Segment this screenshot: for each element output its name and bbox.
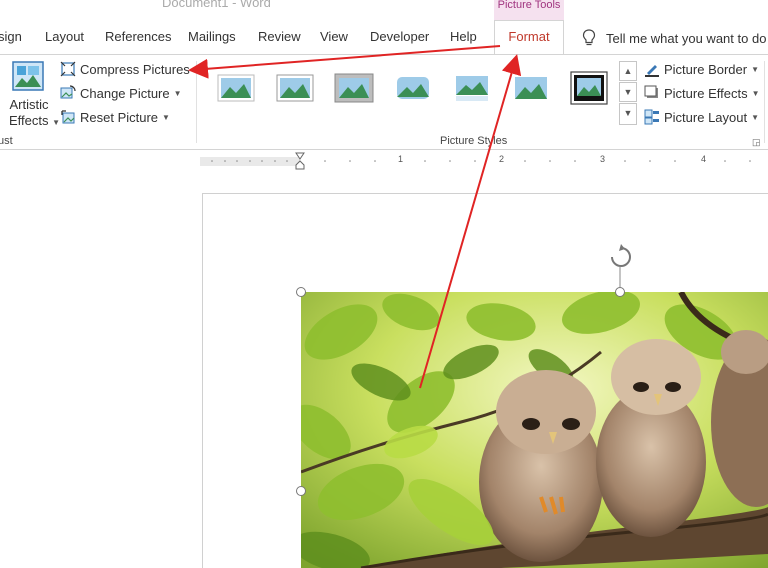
artistic-effects-label-1: Artistic [9, 97, 49, 112]
group-divider [196, 61, 197, 143]
adjust-group-label: ust [0, 135, 13, 147]
rotate-handle-icon[interactable] [605, 243, 637, 289]
artistic-effects-label-2: Effects [9, 113, 49, 128]
picture-effects-label: Picture Effects [664, 85, 748, 101]
chevron-down-icon: ▼ [751, 112, 760, 122]
picture-style-6[interactable] [511, 73, 551, 103]
compress-pictures-label: Compress Pictures [80, 61, 190, 77]
title-bar: Document1 - Word [0, 0, 768, 14]
change-picture-label: Change Picture [80, 85, 170, 101]
picture-layout-label: Picture Layout [664, 109, 748, 125]
group-divider [764, 61, 765, 143]
ruler-number: 1 [398, 154, 404, 164]
chevron-down-icon: ▼ [751, 64, 760, 74]
picture-style-1[interactable] [216, 73, 256, 103]
chevron-down-icon: ▼ [162, 112, 170, 122]
tab-help[interactable]: Help [450, 29, 477, 44]
tell-me-box[interactable]: Tell me what you want to do [582, 28, 766, 48]
tab-developer[interactable]: Developer [370, 29, 429, 44]
picture-border-icon [645, 65, 659, 77]
compress-pictures-icon [60, 61, 76, 77]
change-picture-icon [60, 85, 76, 99]
picture-style-2[interactable] [275, 73, 315, 103]
picture-border-button[interactable]: Picture Border ▼ [644, 61, 759, 77]
picture-layout-button[interactable]: Picture Layout ▼ [644, 109, 759, 125]
tell-me-text: Tell me what you want to do [606, 30, 767, 46]
tab-design[interactable]: sign [0, 29, 22, 44]
ruler-ticks [211, 152, 751, 170]
ruler-number: 4 [701, 154, 707, 164]
picture-tools-context-tab: Picture Tools [494, 0, 564, 20]
resize-handle-top-left[interactable] [296, 287, 306, 297]
tab-review[interactable]: Review [258, 29, 301, 44]
ruler-number: 3 [600, 154, 606, 164]
gallery-up-button[interactable]: ▲ [619, 61, 637, 81]
picture-styles-group-label: Picture Styles [440, 135, 508, 147]
artistic-effects-icon [12, 61, 44, 91]
reset-picture-button[interactable]: Reset Picture ▼ [60, 109, 170, 125]
reset-picture-label: Reset Picture [80, 109, 159, 125]
picture-style-3[interactable] [334, 73, 374, 103]
tab-mailings[interactable]: Mailings [188, 29, 236, 44]
window-title: Document1 - Word [162, 0, 271, 10]
lightbulb-icon [582, 29, 596, 46]
gallery-down-button[interactable]: ▼ [619, 82, 637, 102]
tab-view[interactable]: View [320, 29, 348, 44]
compress-pictures-button[interactable]: Compress Pictures [60, 61, 190, 77]
owl-photo [301, 292, 768, 568]
picture-border-label: Picture Border [664, 61, 748, 77]
picture-effects-icon [644, 85, 658, 98]
ribbon-panel: Artistic Effects ▼ Compress Pictures Cha… [0, 54, 768, 150]
dialog-launcher-icon[interactable]: ◲ [752, 137, 761, 148]
chevron-down-icon: ▼ [52, 118, 61, 127]
owl-picture[interactable] [301, 292, 768, 568]
chevron-down-icon: ▼ [751, 88, 760, 98]
reset-picture-icon [61, 110, 75, 124]
ruler-number: 2 [499, 154, 505, 164]
picture-style-7-selected[interactable] [570, 71, 608, 105]
picture-effects-button[interactable]: Picture Effects ▼ [644, 85, 760, 101]
artistic-effects-button[interactable]: Artistic Effects ▼ [9, 61, 60, 128]
tab-layout[interactable]: Layout [45, 29, 84, 44]
tab-format[interactable]: Format [494, 20, 564, 55]
picture-style-5[interactable] [452, 73, 492, 103]
chevron-down-icon: ▼ [173, 88, 182, 98]
change-picture-button[interactable]: Change Picture ▼ [60, 85, 182, 101]
picture-style-4[interactable] [393, 73, 433, 103]
picture-layout-icon [644, 109, 659, 125]
horizontal-ruler[interactable]: 1 2 3 4 [200, 152, 768, 170]
gallery-more-button[interactable]: ▼ [619, 103, 637, 125]
resize-handle-middle-left[interactable] [296, 486, 306, 496]
gallery-scroll: ▲ ▼ ▼ [619, 61, 637, 125]
tab-references[interactable]: References [105, 29, 171, 44]
